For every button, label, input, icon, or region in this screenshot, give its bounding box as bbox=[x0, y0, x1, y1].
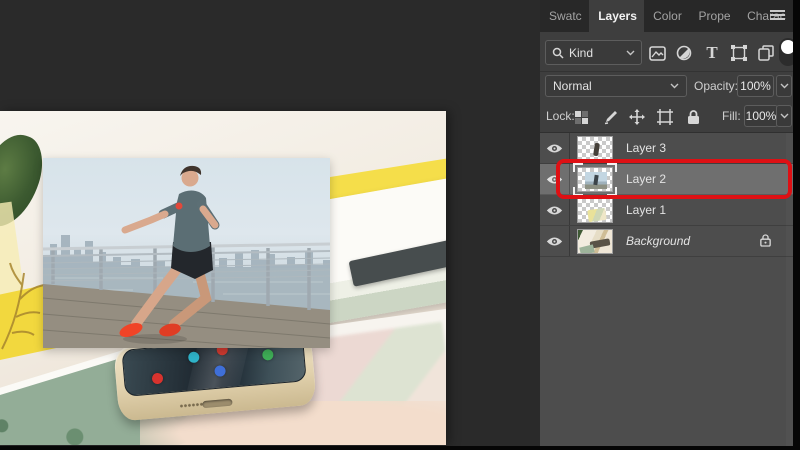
eye-icon bbox=[546, 143, 563, 153]
fill-value[interactable]: 100% bbox=[744, 105, 778, 127]
opacity-value[interactable]: 100% bbox=[737, 75, 774, 97]
tab-properties[interactable]: Prope bbox=[690, 0, 739, 32]
pixel-layer-filter-icon[interactable] bbox=[645, 41, 669, 65]
layer-row-background[interactable]: Background bbox=[540, 226, 793, 257]
layer-thumbnail[interactable] bbox=[577, 228, 613, 254]
runner-scene bbox=[43, 165, 330, 348]
lock-all-icon[interactable] bbox=[683, 108, 703, 126]
fill-dropdown-button[interactable] bbox=[776, 105, 792, 127]
layer-thumbnail[interactable] bbox=[577, 166, 613, 192]
photoshop-window: Swatc Layers Color Prope Charac Kind T N… bbox=[0, 0, 800, 450]
blend-mode-row: Normal Opacity: 100% bbox=[540, 73, 793, 100]
layer-name[interactable]: Layer 3 bbox=[626, 141, 666, 155]
layer-row-layer3[interactable]: Layer 3 bbox=[540, 133, 793, 164]
layer-name[interactable]: Layer 1 bbox=[626, 203, 666, 217]
blend-mode-value: Normal bbox=[553, 79, 592, 93]
blend-mode-select[interactable]: Normal bbox=[545, 75, 687, 97]
app-icon-green bbox=[261, 348, 274, 361]
filter-kind-select[interactable]: Kind bbox=[545, 40, 642, 65]
eye-icon bbox=[546, 174, 563, 184]
adjustment-layer-filter-icon[interactable] bbox=[672, 41, 696, 65]
layer-filtering-toggle[interactable] bbox=[779, 38, 793, 66]
screenshot-border-right bbox=[793, 0, 800, 450]
opacity-dropdown-button[interactable] bbox=[776, 75, 792, 97]
filter-kind-label: Kind bbox=[569, 45, 594, 60]
lock-transparent-pixels-icon[interactable] bbox=[571, 108, 591, 126]
visibility-cell[interactable] bbox=[540, 195, 570, 225]
layer-thumbnail[interactable] bbox=[577, 135, 613, 161]
panel-menu-icon[interactable] bbox=[770, 10, 785, 21]
fill-label: Fill: bbox=[722, 109, 741, 123]
lock-row: Lock: Fill: 100% bbox=[540, 100, 793, 133]
eye-icon bbox=[546, 236, 563, 246]
visibility-cell[interactable] bbox=[540, 164, 570, 194]
tab-swatches[interactable]: Swatc bbox=[540, 0, 589, 32]
canvas-document[interactable] bbox=[0, 111, 446, 445]
type-layer-filter-icon[interactable]: T bbox=[700, 41, 724, 65]
canvas-workspace bbox=[0, 0, 540, 450]
chevron-down-icon bbox=[780, 83, 788, 89]
lock-image-pixels-icon[interactable] bbox=[600, 108, 620, 126]
opacity-label: Opacity: bbox=[694, 79, 739, 93]
layer-name[interactable]: Layer 2 bbox=[626, 172, 666, 186]
app-icon-red bbox=[151, 372, 164, 385]
layer-thumbnail[interactable] bbox=[577, 197, 613, 223]
tab-layers[interactable]: Layers bbox=[589, 0, 645, 32]
visibility-cell[interactable] bbox=[540, 226, 570, 256]
layers-list: Layer 3 Layer 2 Layer 1 Background bbox=[540, 133, 793, 450]
visibility-cell[interactable] bbox=[540, 133, 570, 163]
pasted-runner-photo-layer[interactable] bbox=[43, 158, 330, 348]
lock-artboard-icon[interactable] bbox=[655, 108, 675, 126]
layer-row-layer1[interactable]: Layer 1 bbox=[540, 195, 793, 226]
chevron-down-icon bbox=[670, 83, 679, 89]
layer-name[interactable]: Background bbox=[626, 234, 690, 248]
eye-icon bbox=[546, 205, 563, 215]
shape-layer-filter-icon[interactable] bbox=[727, 41, 751, 65]
screenshot-border-bottom bbox=[0, 446, 800, 450]
panel-tab-bar: Swatc Layers Color Prope Charac bbox=[540, 0, 793, 32]
layers-panel: Swatc Layers Color Prope Charac Kind T N… bbox=[540, 0, 793, 450]
layer-row-layer2-selected[interactable]: Layer 2 bbox=[540, 162, 793, 196]
smart-object-filter-icon[interactable] bbox=[754, 41, 778, 65]
tab-color[interactable]: Color bbox=[644, 0, 689, 32]
chevron-down-icon bbox=[626, 50, 635, 55]
layer-filter-row: Kind T bbox=[540, 32, 793, 72]
search-icon bbox=[552, 47, 564, 59]
lock-position-icon[interactable] bbox=[627, 108, 647, 126]
chevron-down-icon bbox=[780, 113, 788, 119]
layer-lock-icon bbox=[760, 234, 771, 247]
